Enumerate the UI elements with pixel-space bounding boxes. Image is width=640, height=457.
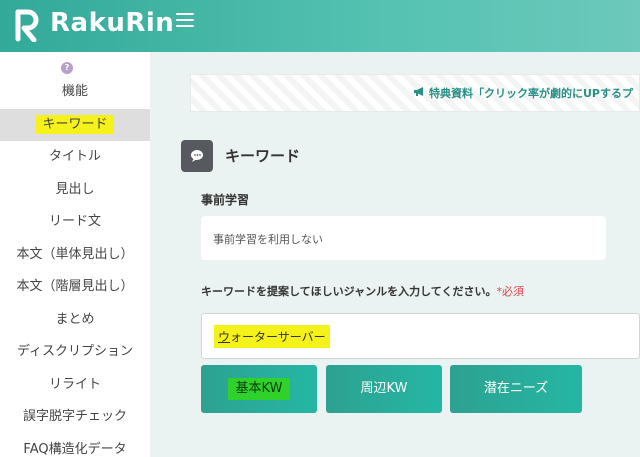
sidebar-item-headings[interactable]: 見出し (0, 174, 150, 206)
sidebar-item-features: 機能 (0, 76, 150, 108)
sidebar-item-lead[interactable]: リード文 (0, 206, 150, 238)
sidebar: ? 機能 キーワード タイトル 見出し リード文 本文（単体見出し） 本文（階層… (0, 52, 150, 457)
basic-kw-button[interactable]: 基本KW (201, 365, 317, 413)
related-kw-button[interactable]: 周辺KW (326, 365, 442, 413)
genre-label: キーワードを提案してほしいジャンルを入力してください。*必須 (201, 283, 524, 299)
required-mark: *必須 (496, 285, 524, 298)
genre-label-text: キーワードを提案してほしいジャンルを入力してください。 (201, 285, 497, 298)
pretrain-select-value: 事前学習を利用しない (213, 233, 323, 246)
related-kw-button-label: 周辺KW (360, 381, 408, 396)
sidebar-item-label: リライト (48, 377, 101, 392)
logo-text: RakuRin (50, 8, 175, 38)
sidebar-item-label: 機能 (61, 84, 88, 99)
sidebar-item-label: リード文 (48, 214, 101, 229)
banner-link[interactable]: 特典資料「クリック率が劇的にUPするプ (413, 85, 633, 101)
genre-input[interactable]: ウォーターサーバー (201, 313, 640, 359)
sidebar-item-label: 誤字脱字チェック (22, 409, 127, 424)
promo-banner[interactable]: 特典資料「クリック率が劇的にUPするプ (190, 74, 640, 112)
sidebar-item-label: 本文（階層見出し） (16, 279, 134, 294)
sidebar-item-faq[interactable]: FAQ構造化データ (0, 434, 150, 457)
sidebar-item-keyword[interactable]: キーワード (0, 109, 150, 141)
sidebar-item-typo-check[interactable]: 誤字脱字チェック (0, 401, 150, 433)
help-bubble-icon: ? (61, 62, 73, 74)
sidebar-item-label: ディスクリプション (16, 344, 134, 359)
sidebar-item-description[interactable]: ディスクリプション (0, 336, 150, 368)
sidebar-item-label: キーワード (36, 115, 114, 134)
sidebar-item-summary[interactable]: まとめ (0, 304, 150, 336)
pretrain-label: 事前学習 (201, 193, 250, 207)
sidebar-item-label: 本文（単体見出し） (16, 247, 134, 262)
latent-needs-button[interactable]: 潜在ニーズ (450, 365, 582, 413)
sidebar-item-label: 見出し (55, 182, 95, 197)
genre-input-value: ウォーターサーバー (214, 325, 330, 348)
sidebar-item-body-single[interactable]: 本文（単体見出し） (0, 239, 150, 271)
sidebar-item-label: タイトル (48, 149, 101, 164)
page-title: キーワード (225, 147, 301, 165)
sidebar-item-rewrite[interactable]: リライト (0, 369, 150, 401)
sidebar-item-body-hierarchy[interactable]: 本文（階層見出し） (0, 271, 150, 303)
rakurin-logo-icon (15, 9, 39, 42)
sidebar-item-title[interactable]: タイトル (0, 141, 150, 173)
hamburger-icon[interactable] (176, 13, 194, 27)
chat-bubble-icon (181, 140, 213, 172)
latent-needs-button-label: 潜在ニーズ (483, 381, 549, 396)
basic-kw-button-label: 基本KW (227, 378, 291, 400)
sidebar-item-label: FAQ構造化データ (23, 442, 127, 457)
megaphone-icon (414, 87, 423, 96)
app-header: RakuRin (0, 0, 640, 52)
banner-text: 特典資料「クリック率が劇的にUPするプ (429, 87, 633, 100)
pretrain-select[interactable]: 事前学習を利用しない (201, 216, 606, 260)
sidebar-item-label: まとめ (55, 312, 95, 327)
